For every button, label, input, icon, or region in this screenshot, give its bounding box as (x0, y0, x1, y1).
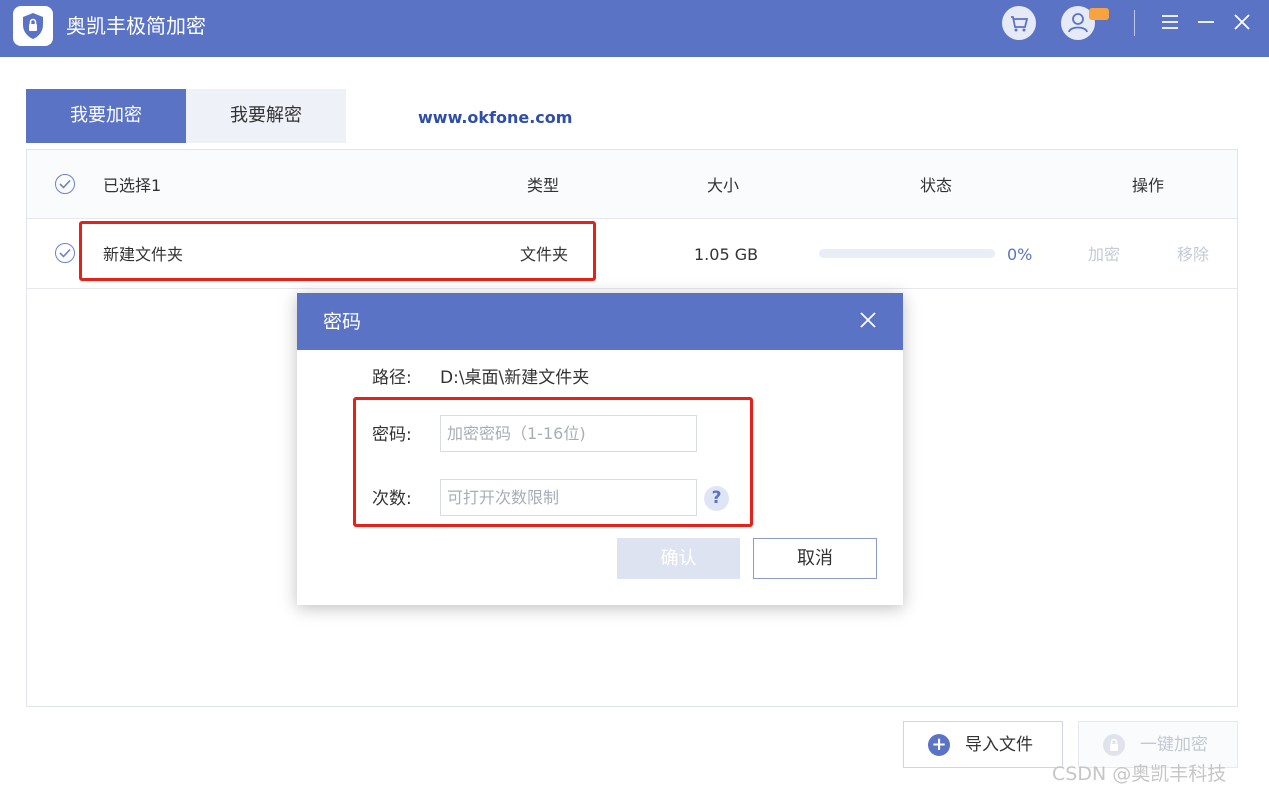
table-header: 已选择1 类型 大小 状态 操作 (27, 150, 1237, 219)
row-remove-link[interactable]: 移除 (1177, 245, 1209, 265)
import-file-button[interactable]: + 导入文件 (903, 721, 1063, 768)
highlight-box-row (79, 221, 596, 281)
row-encrypt-link[interactable]: 加密 (1088, 245, 1120, 265)
app-title: 奥凯丰极简加密 (66, 14, 206, 38)
tab-decrypt[interactable]: 我要解密 (186, 89, 346, 143)
title-bar: 奥凯丰极简加密 (0, 0, 1269, 57)
row-checkbox[interactable] (55, 243, 75, 263)
dialog-header: 密码 (297, 293, 903, 350)
column-header-status: 状态 (920, 176, 953, 195)
close-icon[interactable] (1228, 8, 1256, 36)
progress-percent: 0% (1007, 245, 1033, 264)
shield-lock-icon (13, 6, 53, 46)
menu-icon[interactable] (1156, 8, 1184, 36)
one-click-encrypt-button[interactable]: 一键加密 (1078, 721, 1238, 768)
column-header-type: 类型 (527, 176, 560, 195)
cart-icon[interactable] (1002, 6, 1036, 40)
select-all-checkbox[interactable] (55, 174, 75, 194)
plus-icon: + (928, 734, 950, 756)
encrypt-progress-bar (819, 249, 995, 258)
path-label: 路径: (372, 368, 412, 388)
dialog-close-icon[interactable] (855, 307, 881, 333)
column-header-size: 大小 (707, 176, 740, 195)
watermark: CSDN @奥凯丰科技 (1052, 763, 1227, 785)
confirm-button[interactable]: 确认 (617, 538, 740, 579)
file-size: 1.05 GB (694, 245, 759, 264)
highlight-box-dialog (353, 397, 753, 527)
cancel-button[interactable]: 取消 (753, 538, 877, 579)
tab-encrypt[interactable]: 我要加密 (26, 89, 186, 143)
website-link[interactable]: www.okfone.com (418, 108, 572, 127)
column-header-action: 操作 (1132, 176, 1165, 195)
vip-badge-icon (1089, 8, 1109, 20)
minimize-icon[interactable] (1192, 8, 1220, 36)
import-file-label: 导入文件 (965, 735, 1033, 755)
selected-count: 已选择1 (103, 176, 162, 195)
path-value: D:\桌面\新建文件夹 (440, 368, 590, 388)
one-click-encrypt-label: 一键加密 (1140, 735, 1208, 755)
titlebar-divider (1134, 10, 1135, 36)
dialog-title: 密码 (323, 311, 362, 333)
lock-icon (1103, 734, 1125, 756)
